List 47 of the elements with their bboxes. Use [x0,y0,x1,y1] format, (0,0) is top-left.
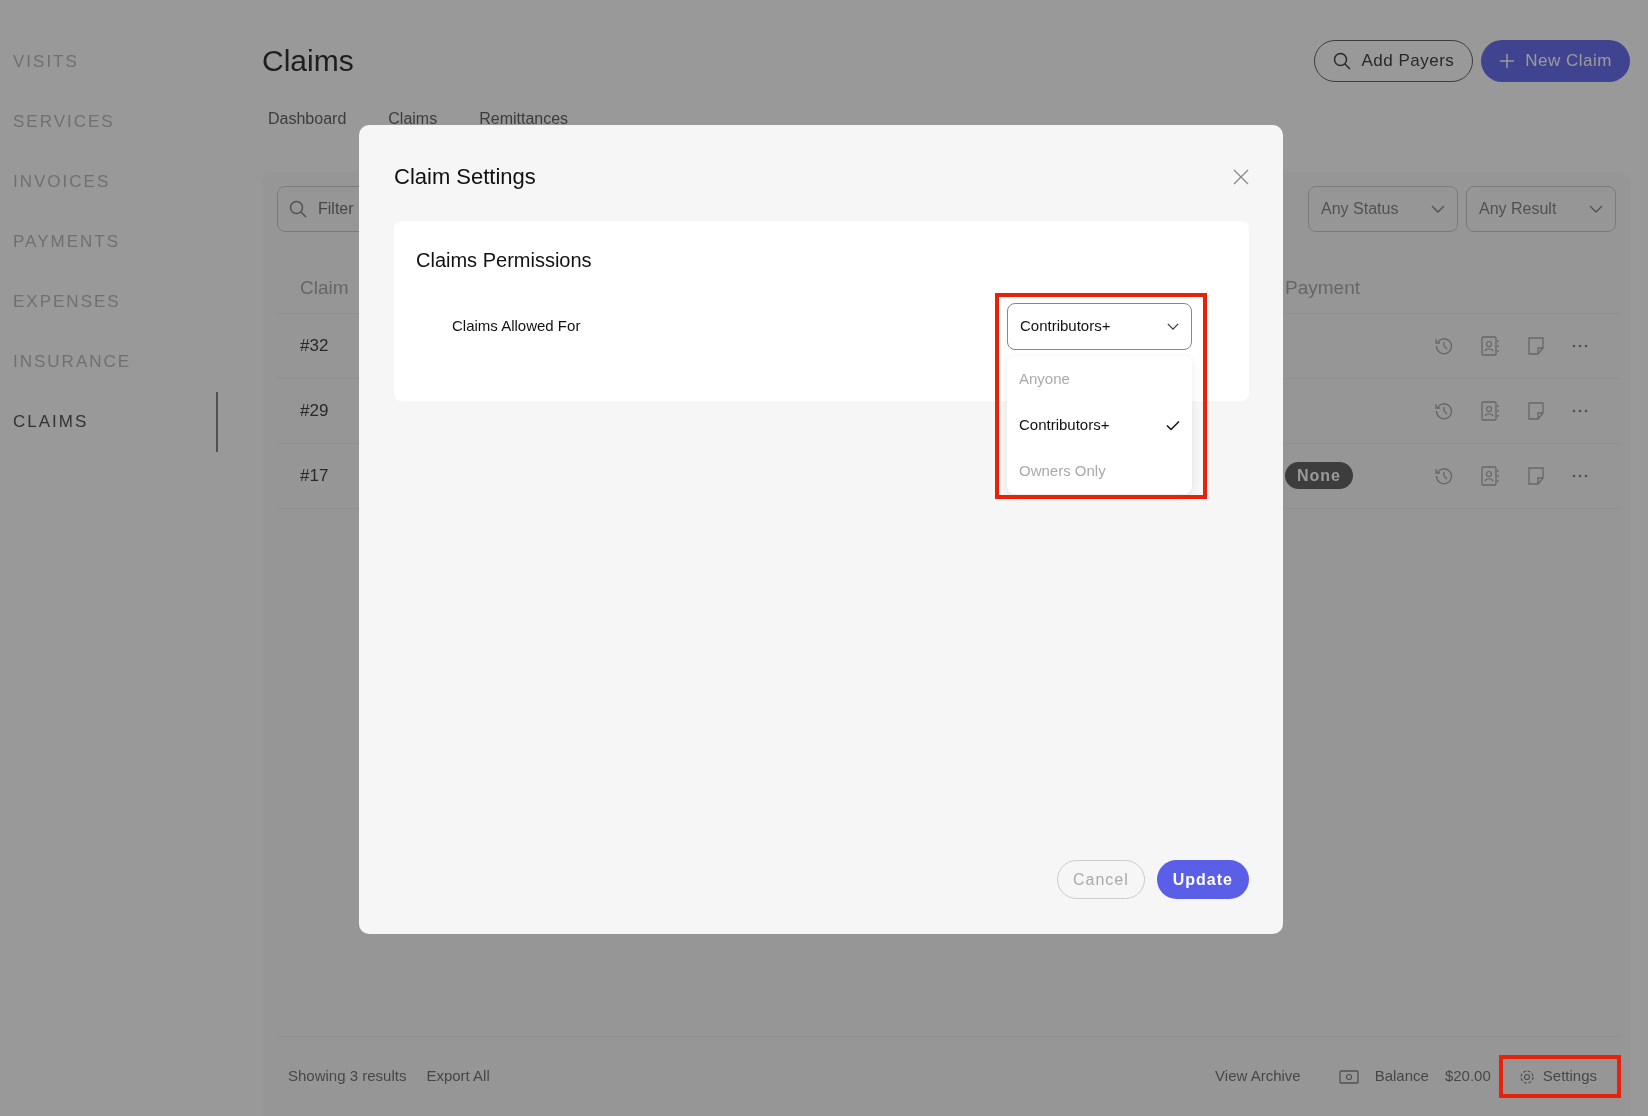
more-icon[interactable] [1572,409,1588,413]
new-claim-button[interactable]: New Claim [1481,39,1630,82]
contact-card-icon[interactable] [1480,336,1500,356]
check-icon [1166,419,1180,431]
more-icon[interactable] [1572,344,1588,348]
table-cell: #32 [300,336,329,356]
page-title: Claims [262,43,354,79]
filter-dropdown[interactable]: Any Status [1308,186,1458,232]
tab[interactable]: Claims [382,107,438,131]
menu-option[interactable]: Anyone [1007,356,1192,402]
note-icon[interactable] [1526,401,1546,421]
contact-card-icon[interactable] [1480,401,1500,421]
field-label: Claims Allowed For [452,316,581,337]
search-icon [1333,51,1352,70]
chevron-icon [1589,205,1603,213]
sidebar-item[interactable]: CLAIMS [0,392,218,452]
balance-amount: $20.00 [1444,1066,1491,1087]
update-button[interactable]: Update [1156,860,1249,899]
search-icon [289,200,307,218]
history-icon[interactable] [1434,401,1454,421]
menu-option[interactable]: Owners Only [1007,448,1192,494]
more-icon[interactable] [1572,474,1588,478]
cash-icon [1338,1069,1359,1084]
section-title: Claims Permissions [416,248,593,273]
history-icon[interactable] [1434,336,1454,356]
contact-card-icon[interactable] [1480,466,1500,486]
note-icon[interactable] [1526,466,1546,486]
select-field[interactable]: Contributors+ [1007,303,1192,350]
dialog-title: Claim Settings [394,163,536,191]
export-link[interactable]: Export All [426,1065,490,1088]
plus-icon [1499,52,1516,69]
table-cell: #29 [300,401,329,421]
settings-icon [1518,1068,1535,1085]
table-cell: #17 [300,466,329,486]
result-count: Showing 3 results [288,1066,407,1087]
tab[interactable]: Remittances [473,107,569,131]
note-icon[interactable] [1526,336,1546,356]
tab[interactable]: Dashboard [262,107,347,131]
settings-button[interactable]: Settings [1510,1065,1605,1088]
balance-label: Balance [1374,1066,1429,1087]
menu-option[interactable]: Contributors+ [1007,402,1192,448]
chevron-icon [1167,323,1179,330]
filter-dropdown[interactable]: Any Result [1466,186,1616,232]
history-icon[interactable] [1434,466,1454,486]
status-badge: None [1285,462,1353,490]
archive-link[interactable]: View Archive [1215,1065,1301,1088]
chevron-icon [1431,205,1445,213]
